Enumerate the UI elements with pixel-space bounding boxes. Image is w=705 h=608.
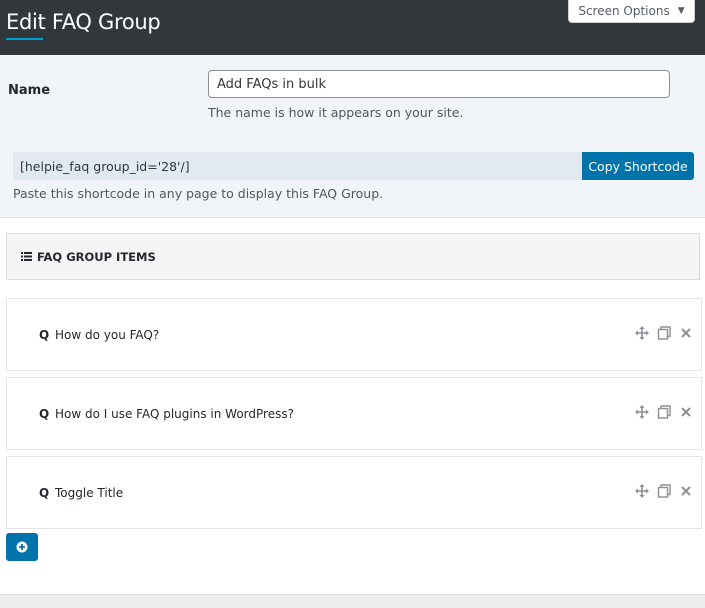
faq-item-title: How do you FAQ? [55,328,160,342]
page-title: Edit FAQ Group [6,10,161,34]
caret-down-icon: ▼ [677,6,685,16]
add-faq-item-button[interactable] [6,533,38,561]
duplicate-icon[interactable] [657,326,671,340]
question-icon: Q [39,328,50,342]
screen-options-label: Screen Options [578,4,670,18]
faq-item[interactable]: Q How do you FAQ? [6,298,702,371]
list-icon [21,252,32,261]
move-icon[interactable] [635,326,649,340]
copy-shortcode-button[interactable]: Copy Shortcode [582,152,694,180]
faq-item-actions [635,326,693,340]
move-icon[interactable] [635,405,649,419]
faq-item-actions [635,405,693,419]
title-underline [6,38,43,40]
faq-item-actions [635,484,693,498]
name-input[interactable] [208,70,670,98]
bottom-strip [0,594,705,608]
faq-group-panel: FAQ GROUP ITEMS Q How do you FAQ? Q How … [0,217,705,594]
duplicate-icon[interactable] [657,484,671,498]
faq-item[interactable]: Q Toggle Title [6,456,702,529]
group-settings-form: Name The name is how it appears on your … [0,55,705,217]
faq-group-items-header: FAQ GROUP ITEMS [6,233,700,280]
shortcode-field[interactable]: [helpie_faq group_id='28'/] [13,152,582,180]
question-icon: Q [39,407,50,421]
name-label: Name [8,83,51,98]
question-icon: Q [39,486,50,500]
faq-item-title: Toggle Title [55,486,124,500]
faq-item[interactable]: Q How do I use FAQ plugins in WordPress? [6,377,702,450]
faq-item-title: How do I use FAQ plugins in WordPress? [55,407,294,421]
page-header: Edit FAQ Group Screen Options ▼ [0,0,705,55]
screen-options-button[interactable]: Screen Options ▼ [568,0,695,23]
close-icon[interactable] [679,484,693,498]
plus-circle-icon [16,541,28,553]
close-icon[interactable] [679,326,693,340]
close-icon[interactable] [679,405,693,419]
duplicate-icon[interactable] [657,405,671,419]
shortcode-description: Paste this shortcode in any page to disp… [13,186,384,201]
faq-group-items-title: FAQ GROUP ITEMS [37,249,156,264]
name-description: The name is how it appears on your site. [208,105,464,120]
move-icon[interactable] [635,484,649,498]
